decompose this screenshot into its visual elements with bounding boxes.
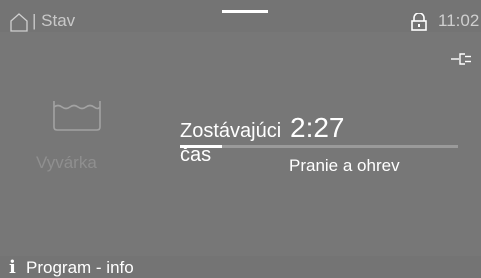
- plug-icon: [451, 53, 471, 65]
- tab-indicator: [222, 10, 268, 13]
- status-bar: | Stav 11:02: [0, 0, 481, 32]
- info-icon[interactable]: i: [9, 259, 21, 277]
- lock-icon: [411, 13, 427, 31]
- remaining-time-value: 2:27: [290, 112, 345, 143]
- progress-bar: [180, 145, 458, 148]
- remaining-time-label: Zostávajúci čas: [180, 120, 282, 166]
- home-icon[interactable]: [9, 12, 29, 32]
- program-name[interactable]: Vyvárka: [36, 153, 97, 173]
- breadcrumb[interactable]: | Stav: [32, 11, 75, 31]
- program-phase: Pranie a ohrev: [289, 156, 400, 175]
- tub-icon: [53, 101, 101, 131]
- clock: 11:02: [438, 11, 480, 30]
- program-info-label[interactable]: Program - info: [26, 258, 134, 278]
- footer-bar[interactable]: i Program - info: [0, 256, 481, 278]
- progress-fill: [180, 145, 222, 148]
